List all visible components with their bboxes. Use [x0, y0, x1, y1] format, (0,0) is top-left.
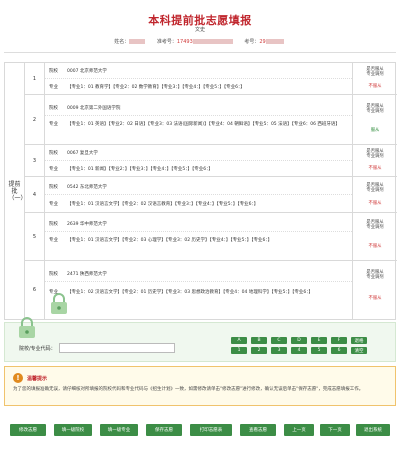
- school-name: 0007 北京师范大学: [67, 69, 107, 74]
- key-b[interactable]: B: [251, 337, 267, 344]
- major-list: 【专业1：02 汉语言文学】【专业2：01 历史学】【专业3：03 思想政治教育…: [67, 290, 314, 295]
- major-line: 专业 【专业1：01 教育学】【专业2：02 数学教育】【专业3：】【专业4：】【…: [49, 84, 245, 90]
- key-4[interactable]: 4: [291, 347, 307, 354]
- exit-button[interactable]: 退出系统: [356, 424, 390, 436]
- major-list: 【专业1：01 汉语言文学】【专业2：03 心理学】【专业3：02 历史学】【专…: [67, 238, 273, 243]
- school-name: 2471 陕西师范大学: [67, 272, 107, 277]
- row-number-1: 1: [25, 63, 45, 95]
- status-cell-6: 是否服从 专业调剂 不服从: [353, 261, 397, 319]
- major-list: 【专业1：01 英语】【专业2：02 日语】【专业3：03 法语(国际新闻)】【…: [67, 122, 340, 127]
- save-volunteer-button[interactable]: 保存志愿: [146, 424, 182, 436]
- adjust-answer: 不服从: [368, 296, 382, 301]
- name-label: 姓名：: [114, 39, 130, 45]
- major-line: 专业 【专业1：01 汉语言文学】【专业2：03 心理学】【专业3：02 历史学】…: [45, 235, 352, 255]
- warning-title: 温馨提示: [27, 376, 48, 382]
- adjust-question: 是否服从 专业调剂: [366, 219, 384, 230]
- volunteer-row-1: 院校 0007 北京师范大学 专业 【专业1：01 教育学】【专业2：02 数学教育…: [45, 63, 353, 95]
- fill-school-button[interactable]: 填一级院校: [54, 424, 92, 436]
- school-name: 0067 复旦大学: [67, 151, 98, 156]
- status-cell-1: 是否服从 专业调剂 不服从: [353, 63, 397, 95]
- lock-icon: [49, 293, 69, 314]
- key-6[interactable]: 6: [331, 347, 347, 354]
- key-3[interactable]: 3: [271, 347, 287, 354]
- key-d[interactable]: D: [291, 337, 307, 344]
- exam-number: 17493: [176, 39, 193, 45]
- backspace-key[interactable]: 退格: [351, 337, 367, 344]
- status-cell-5: 是否服从 专业调剂 不服从: [353, 213, 397, 261]
- row-number-3: 3: [25, 145, 45, 177]
- batch-label-cell: 提前批（一）: [5, 63, 27, 319]
- school-line: 院校 0009 北京第二外国语学院: [45, 101, 352, 116]
- name-redacted: [129, 39, 146, 44]
- school-line: 院校 2471 陕西师范大学: [45, 267, 352, 282]
- next-page-button[interactable]: 下一页: [320, 424, 350, 436]
- key-1[interactable]: 1: [231, 347, 247, 354]
- fill-major-button[interactable]: 填一级专业: [100, 424, 138, 436]
- id-label: 考号：: [244, 39, 260, 45]
- key-a[interactable]: A: [231, 337, 247, 344]
- page-subtitle: 文史: [194, 27, 205, 33]
- school-line: 院校 2639 华中师范大学: [45, 217, 352, 232]
- adjust-answer: 不服从: [368, 166, 382, 171]
- school-name: 0009 北京第二外国语学院: [67, 106, 121, 111]
- adjust-answer: 不服从: [368, 201, 382, 206]
- school-line: 院校 0542 东北师范大学: [45, 180, 352, 195]
- volunteer-row-3: 院校 0067 复旦大学 专业 【专业1：01 新闻】【专业2：】【专业3：】【专业…: [45, 145, 353, 177]
- exam-number-redacted: [192, 39, 233, 44]
- status-cell-3: 是否服从 专业调剂 不服从: [353, 145, 397, 177]
- adjust-question: 是否服从 专业调剂: [366, 269, 384, 280]
- major-line: 专业 【专业1：02 汉语言文学】【专业2：01 历史学】【专业3：03 思想政治…: [45, 287, 352, 309]
- adjust-answer: 服从: [370, 128, 380, 133]
- adjust-answer: 不服从: [368, 84, 382, 89]
- school-name: 2639 华中师范大学: [67, 222, 107, 227]
- code-input[interactable]: [59, 343, 175, 353]
- school-name: 0542 东北师范大学: [67, 185, 107, 190]
- major-list: 【专业1：01 新闻】【专业2：】【专业3：】【专业4：】【专业5：】【专业6：…: [67, 166, 213, 172]
- major-line: 专业 【专业1：01 新闻】【专业2：】【专业3：】【专业4：】【专业5：】【专业…: [49, 166, 213, 172]
- volunteer-row-4: 院校 0542 东北师范大学 专业 【专业1：01 汉语言文学】【专业2：02 汉语…: [45, 177, 353, 213]
- exam-label: 准考号：: [156, 39, 177, 45]
- warning-panel: ! 温馨提示 为了您的填报准确无误，请仔细核对所填报的院校代码和专业代码与《招生…: [4, 366, 396, 406]
- adjust-question: 是否服从 专业调剂: [366, 103, 384, 114]
- edit-volunteer-button[interactable]: 修改志愿: [10, 424, 46, 436]
- warning-icon: !: [13, 373, 23, 383]
- major-list: 【专业1：01 教育学】【专业2：02 数学教育】【专业3：】【专业4：】【专业…: [67, 84, 245, 90]
- key-e[interactable]: E: [311, 337, 327, 344]
- view-volunteer-button[interactable]: 查看志愿: [240, 424, 276, 436]
- major-list: 【专业1：01 汉语言文学】【专业2：02 汉语言教育】【专业3：】【专业4：】…: [67, 201, 259, 207]
- adjust-answer: 不服从: [368, 244, 382, 249]
- volunteer-row-2: 院校 0009 北京第二外国语学院 专业 【专业1：01 英语】【专业2：02 日语…: [45, 95, 353, 145]
- clear-key[interactable]: 清空: [351, 347, 367, 354]
- status-cell-2: 是否服从 专业调剂 服从: [353, 95, 397, 145]
- warning-text: 为了您的填报准确无误，请仔细核对所填报的院校代码和专业代码与《招生计划》一致，如…: [13, 387, 364, 392]
- row-number-6: 6: [25, 261, 45, 319]
- lock-icon: [17, 317, 37, 338]
- id-number-redacted: [265, 39, 284, 44]
- key-5[interactable]: 5: [311, 347, 327, 354]
- adjust-question: 是否服从 专业调剂: [366, 66, 384, 77]
- batch-label: 提前批（一）: [8, 180, 27, 202]
- header-divider: [4, 52, 396, 53]
- candidate-info: 姓名： 准考号：17493 考号：29: [0, 38, 400, 45]
- adjust-question: 是否服从 专业调剂: [366, 148, 384, 159]
- volunteer-table: 提前批（一） 1 院校 0007 北京师范大学 专业 【专业1：01 教育学】【专业…: [4, 62, 397, 320]
- volunteer-row-5: 院校 2639 华中师范大学 专业 【专业1：01 汉语言文学】【专业2：03 心理…: [45, 213, 353, 261]
- school-line: 院校 0007 北京师范大学: [45, 64, 352, 79]
- key-f[interactable]: F: [331, 337, 347, 344]
- row-number-5: 5: [25, 213, 45, 261]
- row-number-2: 2: [25, 95, 45, 145]
- adjust-question: 是否服从 专业调剂: [366, 182, 384, 193]
- key-c[interactable]: C: [271, 337, 287, 344]
- code-input-label: 院校/专业代码：: [19, 346, 56, 352]
- major-line: 专业 【专业1：01 汉语言文学】【专业2：02 汉语言教育】【专业3：】【专业4…: [49, 201, 259, 207]
- major-line: 专业 【专业1：01 英语】【专业2：02 日语】【专业3：03 法语(国际新闻)…: [45, 119, 352, 139]
- print-form-button[interactable]: 打印志愿表: [190, 424, 232, 436]
- code-input-panel: 院校/专业代码： A B C D E F 退格 1 2 3 4 5 6 清空: [4, 317, 396, 362]
- status-cell-4: 是否服从 专业调剂 不服从: [353, 177, 397, 213]
- key-2[interactable]: 2: [251, 347, 267, 354]
- school-line: 院校 0067 复旦大学: [45, 146, 352, 161]
- row-number-4: 4: [25, 177, 45, 213]
- prev-page-button[interactable]: 上一页: [284, 424, 314, 436]
- volunteer-row-6: 院校 2471 陕西师范大学 专业 【专业1：02 汉语言文学】【专业2：01 历史…: [45, 261, 353, 319]
